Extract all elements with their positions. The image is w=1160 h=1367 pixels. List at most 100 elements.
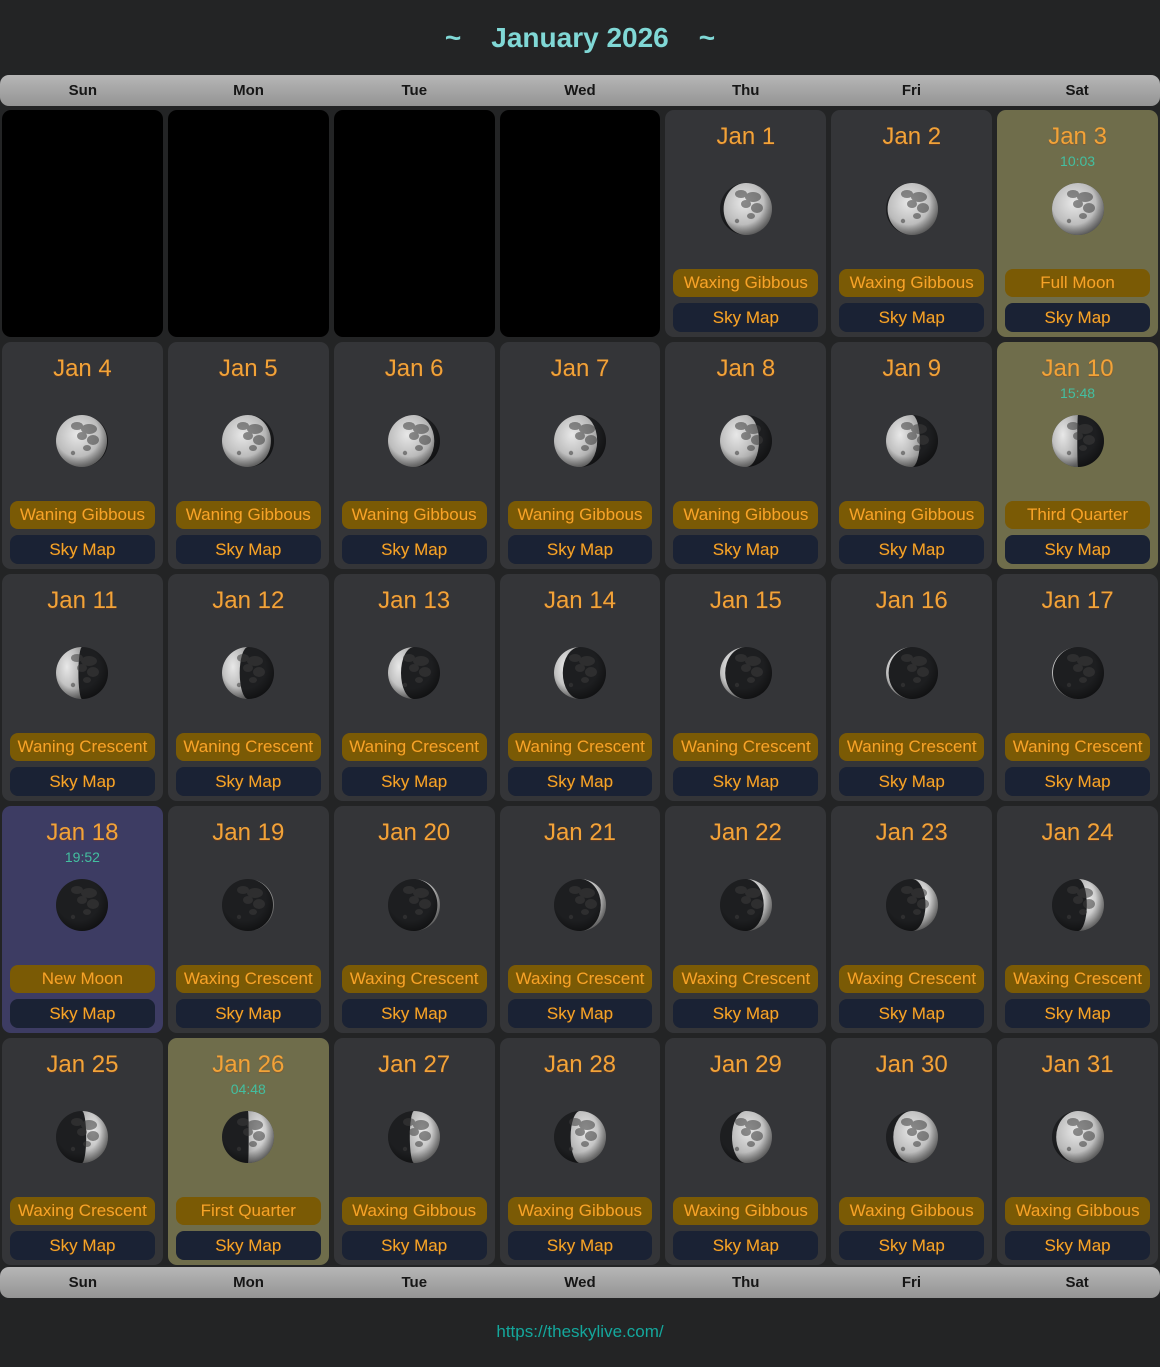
phase-label-button[interactable]: Waxing Crescent xyxy=(508,965,653,993)
moon-phase-image xyxy=(386,877,442,933)
sky-map-button[interactable]: Sky Map xyxy=(10,767,155,796)
day-date: Jan 31 xyxy=(997,1038,1158,1079)
sky-map-button[interactable]: Sky Map xyxy=(1005,999,1150,1028)
sky-map-button[interactable]: Sky Map xyxy=(342,535,487,564)
phase-label-button[interactable]: Waxing Gibbous xyxy=(508,1197,653,1225)
moon-phase-image xyxy=(884,1109,940,1165)
moon-phase-image xyxy=(1050,877,1106,933)
sky-map-button[interactable]: Sky Map xyxy=(1005,303,1150,332)
sky-map-button[interactable]: Sky Map xyxy=(10,999,155,1028)
phase-label-button[interactable]: Waning Crescent xyxy=(839,733,984,761)
phase-time xyxy=(500,847,661,869)
moon-phase-image xyxy=(220,645,276,701)
phase-time xyxy=(168,847,329,869)
phase-label-button[interactable]: Waning Crescent xyxy=(10,733,155,761)
weekday-label: Tue xyxy=(331,1274,497,1291)
day-cell: Jan 30 Waxing Gibbous Sky Map xyxy=(831,1038,992,1265)
phase-label-button[interactable]: First Quarter xyxy=(176,1197,321,1225)
moon-phase-image xyxy=(220,1109,276,1165)
phase-label-button[interactable]: Waxing Crescent xyxy=(839,965,984,993)
phase-label-button[interactable]: Waning Gibbous xyxy=(508,501,653,529)
phase-label-button[interactable]: Third Quarter xyxy=(1005,501,1150,529)
phase-label-button[interactable]: Waning Crescent xyxy=(508,733,653,761)
day-date: Jan 29 xyxy=(665,1038,826,1079)
sky-map-button[interactable]: Sky Map xyxy=(176,535,321,564)
day-date: Jan 22 xyxy=(665,806,826,847)
phase-label-button[interactable]: Waning Crescent xyxy=(673,733,818,761)
phase-time xyxy=(2,615,163,637)
sky-map-button[interactable]: Sky Map xyxy=(673,999,818,1028)
day-cell: Jan 19 Waxing Crescent Sky Map xyxy=(168,806,329,1033)
phase-label-button[interactable]: New Moon xyxy=(10,965,155,993)
phase-label-button[interactable]: Waxing Gibbous xyxy=(839,269,984,297)
sky-map-button[interactable]: Sky Map xyxy=(342,1231,487,1260)
phase-label-button[interactable]: Full Moon xyxy=(1005,269,1150,297)
phase-label-button[interactable]: Waning Gibbous xyxy=(342,501,487,529)
day-date: Jan 15 xyxy=(665,574,826,615)
phase-time: 10:03 xyxy=(997,151,1158,173)
sky-map-button[interactable]: Sky Map xyxy=(1005,535,1150,564)
phase-label-button[interactable]: Waxing Crescent xyxy=(176,965,321,993)
phase-label-button[interactable]: Waning Gibbous xyxy=(839,501,984,529)
phase-label-button[interactable]: Waxing Crescent xyxy=(10,1197,155,1225)
phase-label-button[interactable]: Waxing Gibbous xyxy=(1005,1197,1150,1225)
day-cell: Jan 21 Waxing Crescent Sky Map xyxy=(500,806,661,1033)
weekday-label: Wed xyxy=(497,1274,663,1291)
sky-map-button[interactable]: Sky Map xyxy=(342,999,487,1028)
day-date: Jan 8 xyxy=(665,342,826,383)
phase-time xyxy=(665,615,826,637)
page-title: January 2026 xyxy=(491,22,668,54)
phase-time xyxy=(2,1079,163,1101)
phase-label-button[interactable]: Waning Gibbous xyxy=(673,501,818,529)
sky-map-button[interactable]: Sky Map xyxy=(176,1231,321,1260)
phase-label-button[interactable]: Waning Gibbous xyxy=(10,501,155,529)
day-cell: Jan 11 Waning Crescent Sky Map xyxy=(2,574,163,801)
sky-map-button[interactable]: Sky Map xyxy=(508,767,653,796)
day-cell: Jan 26 04:48 First Quarter Sky Map xyxy=(168,1038,329,1265)
phase-label-button[interactable]: Waning Crescent xyxy=(342,733,487,761)
sky-map-button[interactable]: Sky Map xyxy=(839,767,984,796)
sky-map-button[interactable]: Sky Map xyxy=(10,1231,155,1260)
phase-label-button[interactable]: Waxing Crescent xyxy=(342,965,487,993)
day-cell: Jan 13 Waning Crescent Sky Map xyxy=(334,574,495,801)
sky-map-button[interactable]: Sky Map xyxy=(673,767,818,796)
phase-label-button[interactable]: Waning Crescent xyxy=(1005,733,1150,761)
day-cell: Jan 16 Waning Crescent Sky Map xyxy=(831,574,992,801)
site-url-link[interactable]: https://theskylive.com/ xyxy=(496,1322,663,1342)
sky-map-button[interactable]: Sky Map xyxy=(508,1231,653,1260)
day-date: Jan 11 xyxy=(2,574,163,615)
sky-map-button[interactable]: Sky Map xyxy=(673,303,818,332)
empty-cell xyxy=(500,110,661,337)
sky-map-button[interactable]: Sky Map xyxy=(508,535,653,564)
moon-phase-image xyxy=(552,1109,608,1165)
sky-map-button[interactable]: Sky Map xyxy=(1005,1231,1150,1260)
moon-phase-image xyxy=(884,413,940,469)
phase-label-button[interactable]: Waxing Gibbous xyxy=(673,1197,818,1225)
sky-map-button[interactable]: Sky Map xyxy=(176,767,321,796)
sky-map-button[interactable]: Sky Map xyxy=(839,303,984,332)
sky-map-button[interactable]: Sky Map xyxy=(839,1231,984,1260)
sky-map-button[interactable]: Sky Map xyxy=(673,535,818,564)
sky-map-button[interactable]: Sky Map xyxy=(839,535,984,564)
phase-label-button[interactable]: Waxing Crescent xyxy=(1005,965,1150,993)
day-date: Jan 9 xyxy=(831,342,992,383)
day-cell: Jan 28 Waxing Gibbous Sky Map xyxy=(500,1038,661,1265)
sky-map-button[interactable]: Sky Map xyxy=(176,999,321,1028)
day-date: Jan 24 xyxy=(997,806,1158,847)
phase-label-button[interactable]: Waxing Crescent xyxy=(673,965,818,993)
phase-label-button[interactable]: Waxing Gibbous xyxy=(839,1197,984,1225)
phase-label-button[interactable]: Waxing Gibbous xyxy=(342,1197,487,1225)
weekday-label: Sat xyxy=(994,82,1160,99)
sky-map-button[interactable]: Sky Map xyxy=(508,999,653,1028)
day-date: Jan 21 xyxy=(500,806,661,847)
phase-label-button[interactable]: Waning Crescent xyxy=(176,733,321,761)
sky-map-button[interactable]: Sky Map xyxy=(673,1231,818,1260)
weekday-label: Fri xyxy=(829,82,995,99)
sky-map-button[interactable]: Sky Map xyxy=(1005,767,1150,796)
sky-map-button[interactable]: Sky Map xyxy=(342,767,487,796)
sky-map-button[interactable]: Sky Map xyxy=(10,535,155,564)
sky-map-button[interactable]: Sky Map xyxy=(839,999,984,1028)
phase-label-button[interactable]: Waxing Gibbous xyxy=(673,269,818,297)
phase-label-button[interactable]: Waning Gibbous xyxy=(176,501,321,529)
day-cell: Jan 8 Waning Gibbous Sky Map xyxy=(665,342,826,569)
